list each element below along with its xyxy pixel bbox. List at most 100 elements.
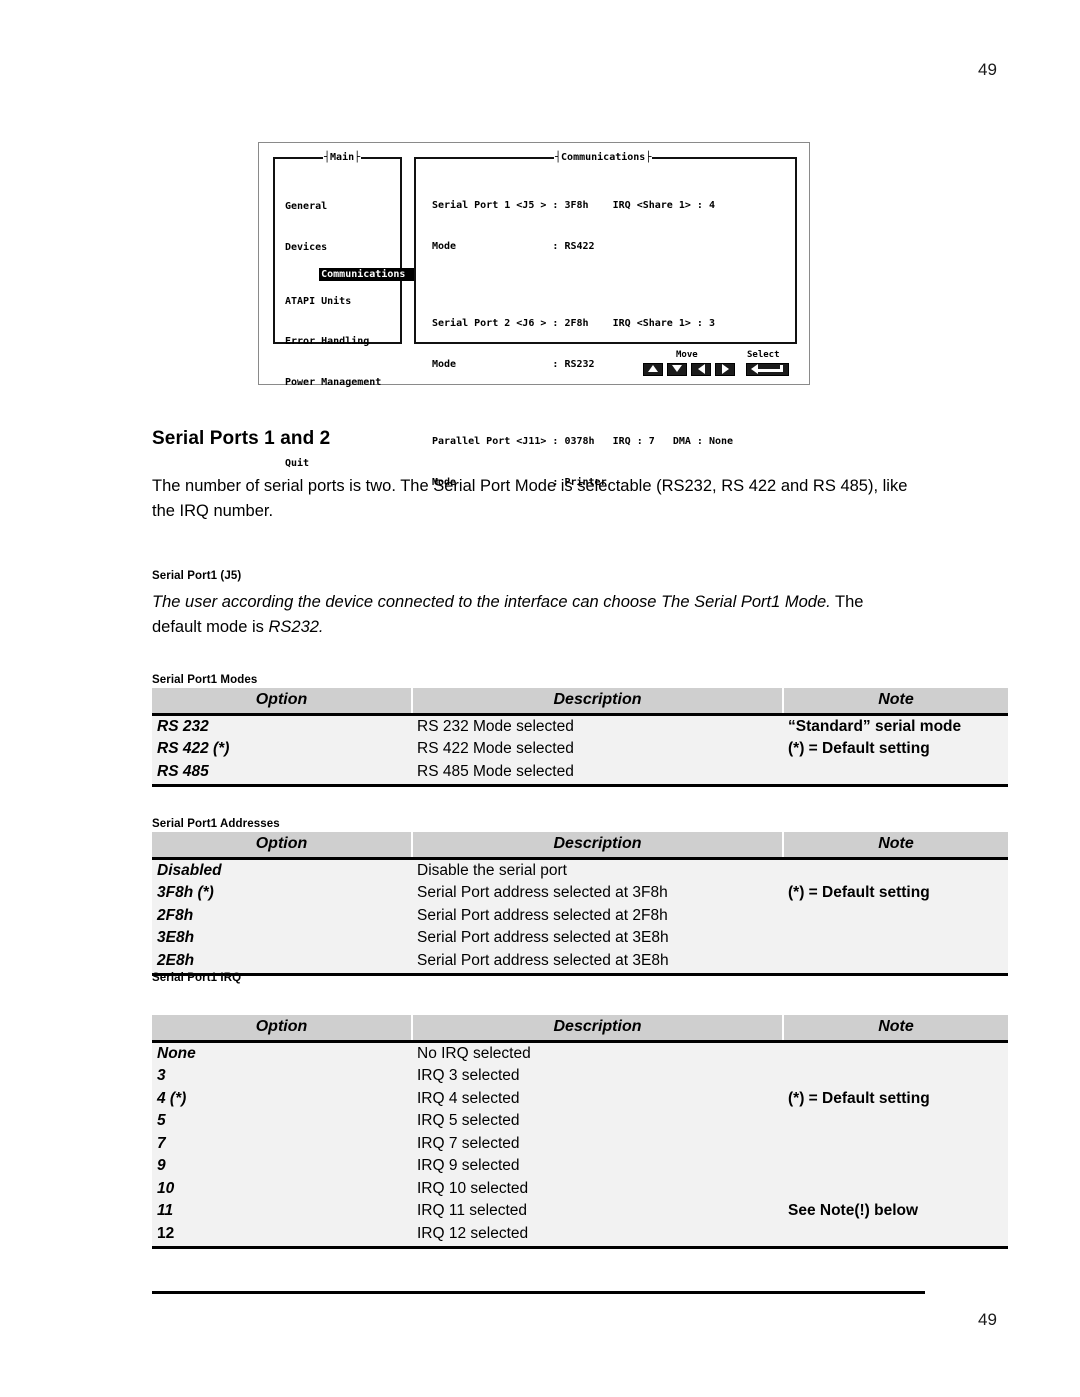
cell-description: IRQ 5 selected (412, 1110, 783, 1133)
cell-description: IRQ 10 selected (412, 1178, 783, 1201)
table-header-row: Option Description Note (152, 832, 1008, 860)
table-caption-irq: Serial Port1 IRQ (152, 972, 242, 984)
column-header-option: Option (152, 832, 413, 860)
cell-note (783, 1065, 1008, 1088)
table-caption-addresses: Serial Port1 Addresses (152, 818, 280, 830)
table-row: 4 (*) IRQ 4 selected (*) = Default setti… (152, 1088, 1008, 1111)
table-row: 3E8h Serial Port address selected at 3E8… (152, 927, 1008, 950)
bios-menu-item-power-management[interactable]: Power Management (283, 376, 436, 390)
cell-description: IRQ 11 selected (412, 1200, 783, 1223)
table-row: 12 IRQ 12 selected (152, 1223, 1008, 1249)
table-row: 9 IRQ 9 selected (152, 1155, 1008, 1178)
table-row: RS 232 RS 232 Mode selected “Standard” s… (152, 714, 1008, 739)
cell-note (783, 1041, 1008, 1066)
cell-description: Serial Port address selected at 2F8h (412, 905, 783, 928)
cell-note: See Note(!) below (783, 1200, 1008, 1223)
cell-description: RS 232 Mode selected (412, 714, 783, 739)
page-number-top: 49 (978, 60, 997, 79)
cell-note (783, 1133, 1008, 1156)
bios-communications-panel: ┤Communications├ Serial Port 1 <J5 > : 3… (414, 151, 797, 488)
cell-description: RS 422 Mode selected (412, 738, 783, 761)
cell-note (783, 927, 1008, 950)
cell-description: IRQ 9 selected (412, 1155, 783, 1178)
cell-option: 3E8h (152, 927, 412, 950)
table-row: Disabled Disable the serial port (152, 858, 1008, 883)
cell-note (783, 858, 1008, 883)
table-header-row: Option Description Note (152, 1015, 1008, 1043)
bios-setting-serial-port-1-mode[interactable]: Mode : RS422 (432, 240, 733, 254)
bios-settings-gap-1 (432, 280, 733, 290)
arrow-right-icon[interactable] (715, 363, 735, 376)
cell-description: IRQ 12 selected (412, 1223, 783, 1249)
cell-note (783, 761, 1008, 787)
arrow-left-icon[interactable] (691, 363, 711, 376)
cell-option: 10 (152, 1178, 412, 1201)
cell-option: 4 (*) (152, 1088, 412, 1111)
table-caption-modes: Serial Port1 Modes (152, 674, 258, 686)
bios-main-menu-panel: ┤Main├ General Devices Communications AT… (273, 151, 437, 469)
intro-paragraph: The number of serial ports is two. The S… (152, 477, 908, 520)
cell-description: IRQ 4 selected (412, 1088, 783, 1111)
column-header-note: Note (783, 832, 1008, 860)
cell-option: 12 (152, 1223, 412, 1249)
serial-port1-addresses-table: Option Description Note Disabled Disable… (152, 832, 1008, 976)
cell-note: “Standard” serial mode (783, 714, 1008, 739)
enter-key-icon[interactable] (746, 363, 789, 376)
arrow-down-icon[interactable] (667, 363, 687, 376)
bios-main-panel-title: ┤Main├ (323, 151, 362, 164)
cell-description: Serial Port address selected at 3F8h (412, 882, 783, 905)
move-hint-label: Move (676, 350, 698, 360)
bios-comm-panel-title: ┤Communications├ (554, 151, 653, 164)
bios-settings-gap-2 (432, 398, 733, 408)
cell-option: Disabled (152, 858, 412, 883)
bios-comm-settings-list: Serial Port 1 <J5 > : 3F8h IRQ <Share 1>… (432, 172, 733, 516)
subsection-paragraph: The user according the device connected … (152, 590, 917, 640)
serial-port1-irq-table: Option Description Note None No IRQ sele… (152, 1015, 1008, 1249)
bios-setting-serial-port-2[interactable]: Serial Port 2 <J6 > : 2F8h IRQ <Share 1>… (432, 317, 733, 331)
table-row: 2E8h Serial Port address selected at 3E8… (152, 950, 1008, 976)
table-row: 5 IRQ 5 selected (152, 1110, 1008, 1133)
table-header-row: Option Description Note (152, 688, 1008, 716)
column-header-option: Option (152, 688, 413, 716)
cell-note (783, 1223, 1008, 1249)
bios-setting-serial-port-1[interactable]: Serial Port 1 <J5 > : 3F8h IRQ <Share 1>… (432, 199, 733, 213)
arrow-up-icon[interactable] (643, 363, 663, 376)
table-row: RS 485 RS 485 Mode selected (152, 761, 1008, 787)
table-row: None No IRQ selected (152, 1041, 1008, 1066)
column-header-note: Note (783, 1015, 1008, 1043)
column-header-description: Description (412, 832, 784, 860)
cell-note (783, 1155, 1008, 1178)
bios-setting-parallel-port[interactable]: Parallel Port <J11> : 0378h IRQ : 7 DMA … (432, 435, 733, 449)
cell-description: Serial Port address selected at 3E8h (412, 927, 783, 950)
cell-description: RS 485 Mode selected (412, 761, 783, 787)
table-row: 7 IRQ 7 selected (152, 1133, 1008, 1156)
cell-option: 9 (152, 1155, 412, 1178)
cell-note (783, 905, 1008, 928)
bios-setup-screenshot: ┤Main├ General Devices Communications AT… (258, 142, 810, 488)
serial-port1-modes-table: Option Description Note RS 232 RS 232 Mo… (152, 688, 1008, 787)
column-header-description: Description (412, 688, 784, 716)
cell-note (783, 1178, 1008, 1201)
table-row: RS 422 (*) RS 422 Mode selected (*) = De… (152, 738, 1008, 761)
table-row: 3 IRQ 3 selected (152, 1065, 1008, 1088)
cell-option: None (152, 1041, 412, 1066)
select-hint-label: Select (747, 350, 780, 360)
subsection-italic-2: RS232. (268, 618, 324, 636)
bios-menu-item-quit[interactable]: Quit (283, 457, 436, 471)
column-header-option: Option (152, 1015, 413, 1043)
bios-key-hint-bar: Move Select (643, 350, 793, 382)
cell-option: 2E8h (152, 950, 412, 976)
cell-option: RS 232 (152, 714, 412, 739)
cell-option: 3 (152, 1065, 412, 1088)
cell-note (783, 950, 1008, 976)
cell-option: 2F8h (152, 905, 412, 928)
cell-option: 7 (152, 1133, 412, 1156)
cell-description: IRQ 7 selected (412, 1133, 783, 1156)
cell-note: (*) = Default setting (783, 738, 1008, 761)
column-header-note: Note (783, 688, 1008, 716)
cell-description: No IRQ selected (412, 1041, 783, 1066)
cell-option: 3F8h (*) (152, 882, 412, 905)
cell-description: Disable the serial port (412, 858, 783, 883)
cell-description: IRQ 3 selected (412, 1065, 783, 1088)
cell-description: Serial Port address selected at 3E8h (412, 950, 783, 976)
